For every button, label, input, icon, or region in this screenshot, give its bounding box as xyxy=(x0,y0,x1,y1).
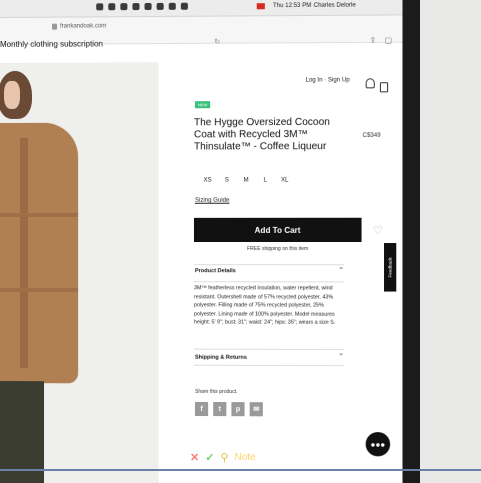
product-details-header[interactable]: Product Details xyxy=(195,268,236,274)
share-icon[interactable]: ⇪ xyxy=(369,36,376,45)
divider xyxy=(193,364,345,367)
sizing-guide-link[interactable]: Sizing Guide xyxy=(195,198,229,204)
camera-icon[interactable] xyxy=(132,3,140,11)
battery-icon[interactable] xyxy=(180,2,188,10)
reject-x-icon[interactable]: ✕ xyxy=(190,451,199,464)
photo-of-laptop-screen: Thu 12:53 PM Charles Delorle frankandoak… xyxy=(0,0,481,483)
note-label[interactable]: Note xyxy=(235,452,256,463)
size-option-xl[interactable]: XL xyxy=(275,177,294,183)
info-icon[interactable] xyxy=(120,3,128,11)
coat-shade xyxy=(19,137,29,369)
product-price: C$349 xyxy=(362,132,381,139)
toolbar-icons: ⇪ ▢ xyxy=(369,36,392,45)
url-text[interactable]: frankandoak.com xyxy=(60,23,106,29)
wishlist-heart-icon[interactable]: ♡ xyxy=(373,224,383,237)
add-to-cart-button[interactable]: Add To Cart xyxy=(193,217,362,243)
accept-check-icon[interactable]: ✓ xyxy=(205,451,214,464)
shopping-bag-icon[interactable] xyxy=(379,82,389,93)
pin-icon[interactable]: ⚲ xyxy=(220,451,228,464)
coat-quilt-line xyxy=(0,212,79,218)
divider xyxy=(193,348,345,351)
login-signup-link[interactable]: Log In · Sign Up xyxy=(306,77,350,83)
feedback-tab[interactable]: Feedback xyxy=(384,243,397,292)
coat-graphic xyxy=(0,122,79,384)
tabs-icon[interactable]: ▢ xyxy=(384,36,392,45)
wifi-icon[interactable] xyxy=(156,2,164,10)
size-option-xs[interactable]: XS xyxy=(198,178,217,184)
free-shipping-note: FREE shipping on this item xyxy=(246,246,309,253)
menu-bar-status-icons xyxy=(96,2,188,11)
size-option-m[interactable]: M xyxy=(236,178,255,184)
chevron-down-icon[interactable]: ⌄ xyxy=(338,349,344,357)
email-share-icon[interactable]: ✉ xyxy=(249,402,263,417)
divider xyxy=(193,264,345,266)
dropbox-icon[interactable] xyxy=(96,3,104,11)
size-option-l[interactable]: L xyxy=(256,177,275,184)
new-badge: NEW xyxy=(194,101,211,109)
size-selector: XS S M L XL xyxy=(198,177,294,183)
menu-bar-clock[interactable]: Thu 12:53 PM xyxy=(273,3,311,9)
time-machine-icon[interactable] xyxy=(108,3,116,11)
annotation-toolbar: ✕ ✓ ⚲ Note xyxy=(190,451,256,464)
coat-quilt-line xyxy=(0,287,79,293)
share-label: Share this product. xyxy=(194,388,238,396)
reload-icon[interactable]: ↻ xyxy=(214,38,220,46)
model-legs xyxy=(0,381,45,483)
product-title: The Hygge Oversized Cocoon Coat with Rec… xyxy=(193,116,330,153)
shipping-returns-header[interactable]: Shipping & Returns xyxy=(195,355,247,361)
account-icon[interactable] xyxy=(365,78,375,89)
page-tab-title: Monthly clothing subscription xyxy=(0,39,103,49)
product-photo[interactable] xyxy=(0,62,159,483)
menu-bar-user[interactable]: Charles Delorle xyxy=(314,3,356,9)
browser-screen: Thu 12:53 PM Charles Delorle frankandoak… xyxy=(0,0,403,483)
chevron-up-icon[interactable]: ⌃ xyxy=(338,266,344,274)
twitter-share-icon[interactable]: t xyxy=(213,401,227,417)
size-option-s[interactable]: S xyxy=(217,178,236,184)
canada-flag-icon[interactable] xyxy=(256,3,265,10)
pinterest-share-icon[interactable]: p xyxy=(231,402,245,417)
lock-icon xyxy=(52,23,58,30)
video-progress-line xyxy=(0,469,481,471)
chat-bubble-icon[interactable]: ●●● xyxy=(365,432,391,457)
model-face xyxy=(3,80,20,109)
volume-icon[interactable] xyxy=(168,2,176,10)
bluetooth-icon[interactable] xyxy=(144,2,152,11)
facebook-share-icon[interactable]: f xyxy=(194,401,209,417)
product-details-text: 3M™ featherless recycled insulation, wat… xyxy=(193,285,336,326)
divider xyxy=(193,281,345,283)
